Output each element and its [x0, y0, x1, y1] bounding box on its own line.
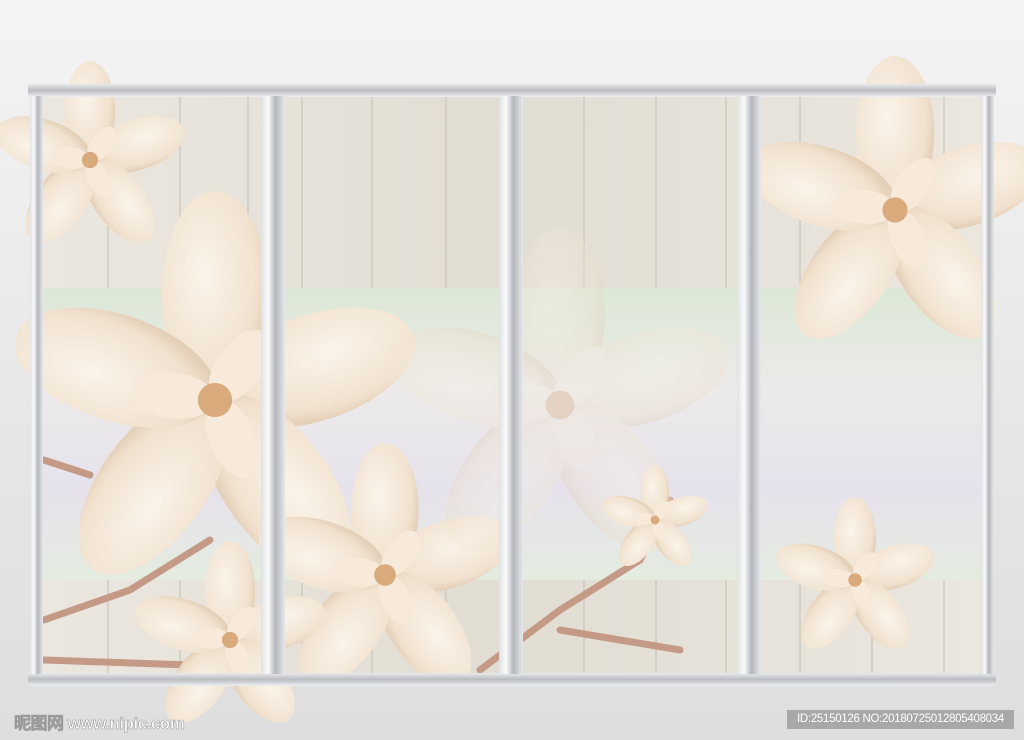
site-logo-text: 昵图网: [14, 714, 65, 734]
site-watermark: 昵图网 www.nipic.com: [14, 709, 185, 734]
site-url: www.nipic.com: [67, 714, 185, 734]
wallpaper-artwork: [0, 56, 1024, 735]
image-id-badge: ID:25150126 NO:20180725012805408034: [787, 710, 1014, 729]
